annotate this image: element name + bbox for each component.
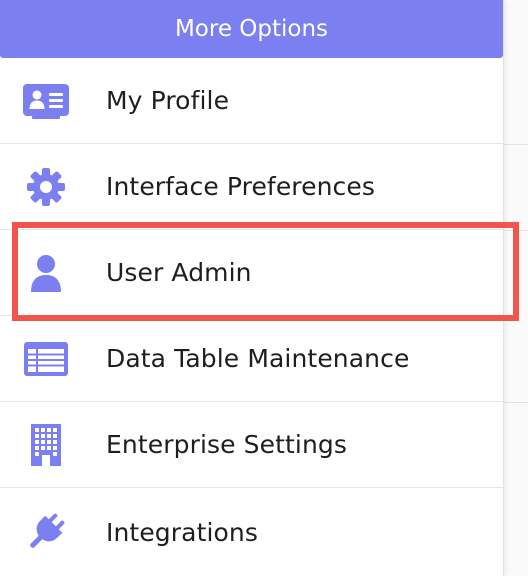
menu-item-label: User Admin [106,258,252,287]
table-icon [22,335,70,383]
menu-item-integrations[interactable]: Integrations [0,488,503,576]
menu-item-data-table-maintenance[interactable]: Data Table Maintenance [0,316,503,402]
plug-icon [22,508,70,556]
menu-item-enterprise-settings[interactable]: Enterprise Settings [0,402,503,488]
background-divider [504,230,528,231]
id-card-icon [22,77,70,125]
background-divider [504,402,528,403]
menu-item-interface-preferences[interactable]: Interface Preferences [0,144,503,230]
background-divider [504,144,528,145]
menu-item-label: Data Table Maintenance [106,344,410,373]
gear-icon [22,163,70,211]
menu-item-label: My Profile [106,86,230,115]
menu-item-label: Interface Preferences [106,172,376,201]
menu-item-my-profile[interactable]: My Profile [0,58,503,144]
menu-header: More Options [0,0,503,58]
menu-title: More Options [174,16,329,42]
user-icon [22,249,70,297]
screen: More Options My Profile Interface Prefer… [0,0,528,576]
menu-item-label: Integrations [106,517,258,547]
menu-item-user-admin[interactable]: User Admin [0,230,503,316]
menu-item-label: Enterprise Settings [106,430,347,459]
more-options-menu: More Options My Profile Interface Prefer… [0,0,504,576]
background-page [504,0,528,576]
building-icon [22,421,70,469]
